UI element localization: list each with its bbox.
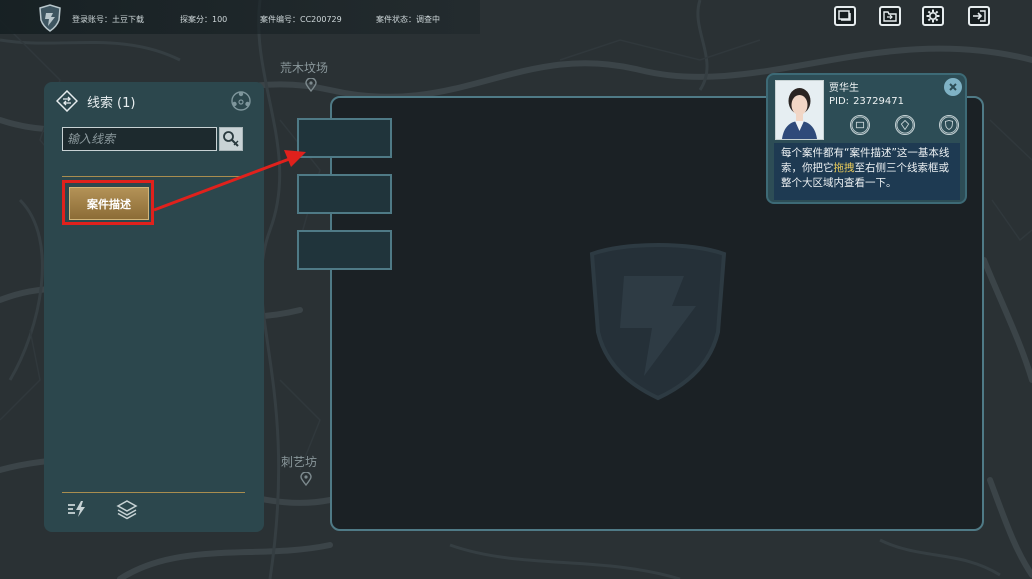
clue-route-icon [56,90,78,112]
npc-pid: PID: 23729471 [829,96,904,107]
score-label: 探案分：100 [180,15,228,24]
clue-slot-3[interactable] [297,230,392,270]
screen-icon [838,10,851,21]
police-shield-watermark [589,243,727,401]
case-number-label: 案件编号：CC200729 [260,15,342,24]
npc-guide-card: 贾华生 PID: 23729471 每个案件都有“案件描述”这一基本线索，你把它拖… [766,73,967,204]
case-folder-button[interactable] [879,6,901,26]
npc-badge-id-icon[interactable] [850,115,870,135]
tutorial-highlight-box: 案件描述 [62,180,154,225]
npc-pid-value: 23729471 [853,96,904,107]
clue-count: (1) [117,96,136,111]
folder-icon [883,11,897,22]
npc-avatar [775,80,824,140]
npc-name: 贾华生 [829,83,859,94]
npc-close-button[interactable] [944,78,962,96]
npc-badge-emblem-icon[interactable] [895,115,915,135]
exit-icon [973,10,986,22]
clue-item-case-description[interactable]: 案件描述 [69,187,149,220]
clue-slot-1[interactable] [297,118,392,158]
settings-button[interactable] [922,6,944,26]
dialog-highlight-drag: 拖拽 [833,162,855,174]
divider [62,176,245,177]
close-icon [949,83,957,91]
map-place-label: 荒木坟场 [280,61,329,75]
npc-dialog-text: 每个案件都有“案件描述”这一基本线索，你把它拖拽至右侧三个线索框或整个大区域内查… [774,143,960,200]
clue-search-input[interactable] [62,127,217,151]
divider [62,492,245,493]
exit-button[interactable] [968,6,990,26]
search-icon [223,131,239,147]
map-place-label: 刺艺坊 [281,455,318,469]
npc-badge-shield-icon[interactable] [939,115,959,135]
police-shield-logo [39,4,61,32]
clue-panel-title: 线索 (1) [87,92,135,111]
officer-portrait [776,81,823,139]
sort-lightning-icon[interactable] [66,498,88,520]
map-pin-icon [300,472,312,486]
clue-slot-2[interactable] [297,174,392,214]
npc-pid-label: PID: [829,96,850,107]
layers-icon[interactable] [116,498,138,520]
login-account-label: 登录账号：土豆下载 [72,15,144,24]
clue-network-icon[interactable] [230,90,252,112]
case-status-label: 案件状态：调查中 [376,15,440,24]
map-pin-icon [305,78,317,92]
clue-search-button[interactable] [219,127,243,151]
gear-icon [926,9,940,23]
clue-title-text: 线索 [87,96,114,111]
screen-button[interactable] [834,6,856,26]
clue-panel: 线索(1) 案件描述 [44,82,264,532]
